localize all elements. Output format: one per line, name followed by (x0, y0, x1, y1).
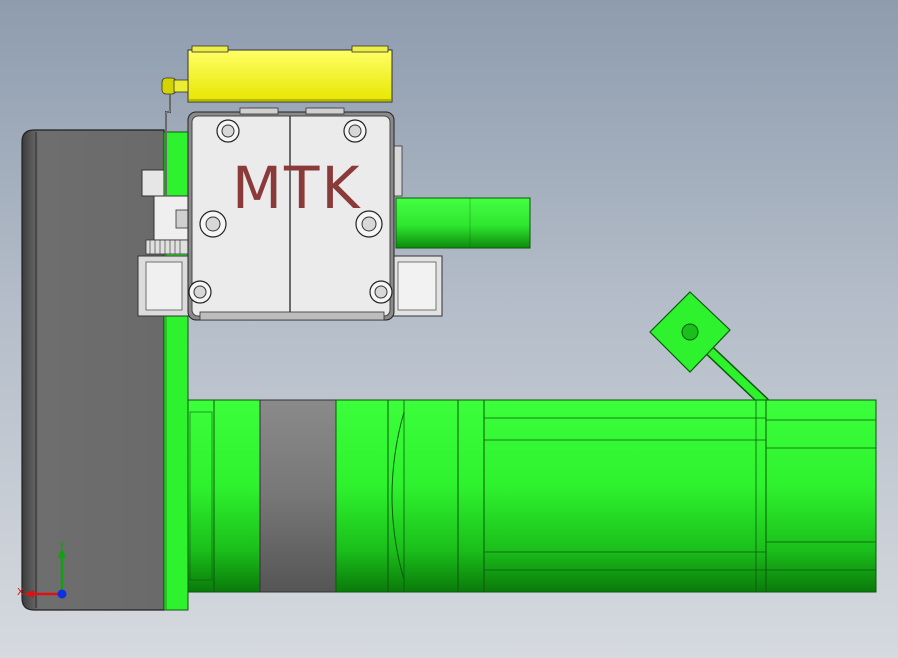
connector-pins (145, 239, 189, 255)
axis-y-label: Y (58, 541, 66, 552)
upper-shaft[interactable] (395, 197, 531, 249)
back-plate[interactable] (21, 129, 165, 611)
cad-viewport[interactable]: MTK Y X (0, 0, 898, 658)
motor-assembly[interactable] (187, 399, 877, 593)
logo-text: MTK (232, 154, 362, 222)
yellow-cover[interactable] (187, 45, 393, 103)
axis-x-label: X (17, 587, 24, 598)
cad-model-scene[interactable]: MTK Y X (0, 0, 898, 658)
